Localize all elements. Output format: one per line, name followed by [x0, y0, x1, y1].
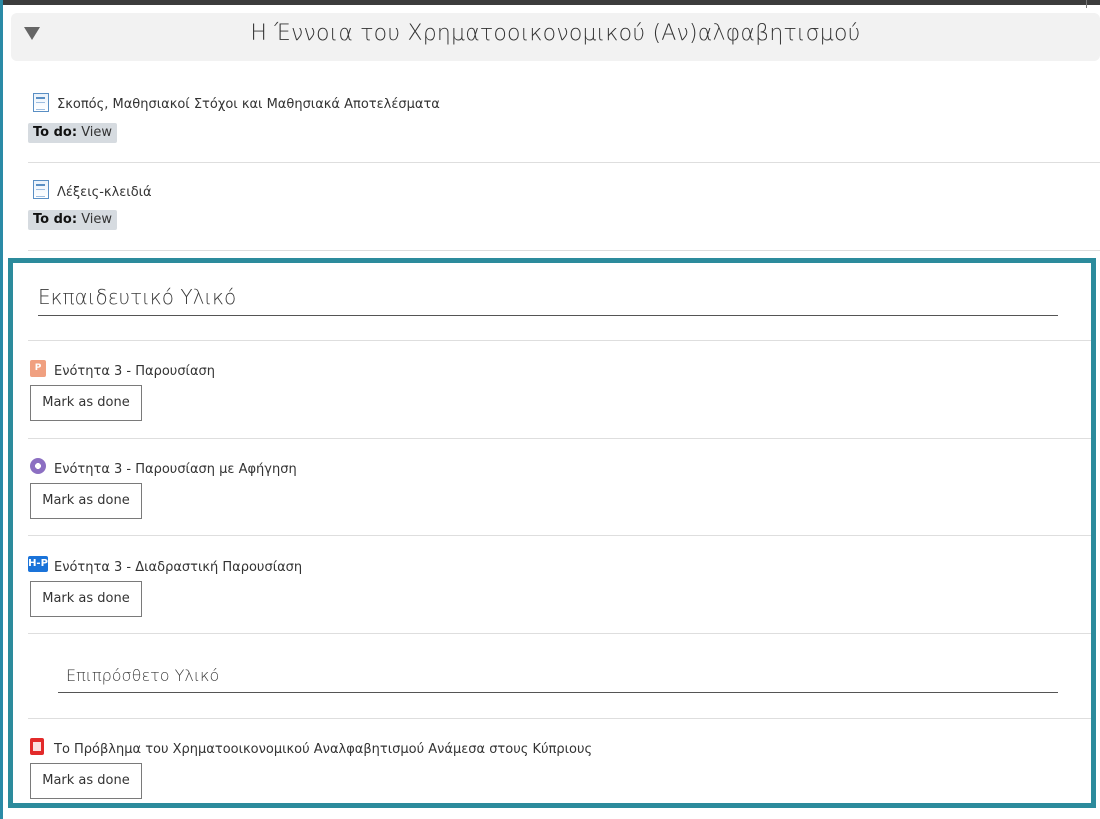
divider [28, 250, 1100, 251]
heading-underline [58, 692, 1058, 693]
activity-link-keywords[interactable]: Λέξεις-κλειδιά [57, 185, 152, 200]
powerpoint-icon: P [30, 360, 46, 377]
mark-as-done-button[interactable]: Mark as done [30, 385, 142, 421]
divider [28, 162, 1100, 163]
divider [28, 340, 1091, 341]
page-icon [33, 93, 49, 112]
divider [28, 535, 1091, 536]
divider [28, 718, 1091, 719]
media-disc-icon [30, 458, 46, 474]
section-header[interactable]: Η Έννοια του Χρηματοοικονομικού (Αν)αλφα… [11, 13, 1100, 61]
section-title: Η Έννοια του Χρηματοοικονομικού (Αν)αλφα… [250, 21, 861, 46]
todo-label: To do: [33, 125, 78, 140]
todo-label: To do: [33, 212, 78, 227]
educational-material-frame: Εκπαιδευτικό Υλικό P Ενότητα 3 - Παρουσί… [8, 258, 1096, 808]
todo-value: View [81, 212, 113, 227]
divider [28, 633, 1091, 634]
educational-material-heading: Εκπαιδευτικό Υλικό [38, 285, 237, 309]
todo-badge: To do: View [28, 123, 118, 143]
heading-underline [38, 315, 1058, 316]
todo-value: View [81, 125, 113, 140]
top-bar [0, 0, 1100, 5]
divider [28, 438, 1091, 439]
left-accent-strip [0, 0, 3, 819]
mark-as-done-button[interactable]: Mark as done [30, 483, 142, 519]
activity-link-presentation[interactable]: Ενότητα 3 - Παρουσίαση [54, 364, 215, 379]
h5p-icon: H-P [28, 556, 48, 572]
pdf-icon [30, 738, 44, 755]
mark-as-done-button[interactable]: Mark as done [30, 763, 142, 799]
activity-link-interactive-presentation[interactable]: Ενότητα 3 - Διαδραστική Παρουσίαση [54, 560, 302, 575]
mark-as-done-button[interactable]: Mark as done [30, 581, 142, 617]
activity-link-objectives[interactable]: Σκοπός, Μαθησιακοί Στόχοι και Μαθησιακά … [57, 97, 440, 112]
additional-material-heading: Επιπρόσθετο Υλικό [66, 666, 220, 685]
activity-link-narrated-presentation[interactable]: Ενότητα 3 - Παρουσίαση με Αφήγηση [54, 462, 297, 477]
todo-badge: To do: View [28, 210, 118, 230]
divider [1086, 0, 1087, 8]
page-icon [33, 180, 49, 199]
activity-link-pdf-article[interactable]: Το Πρόβλημα του Χρηματοοικονομικού Αναλφ… [54, 742, 592, 757]
